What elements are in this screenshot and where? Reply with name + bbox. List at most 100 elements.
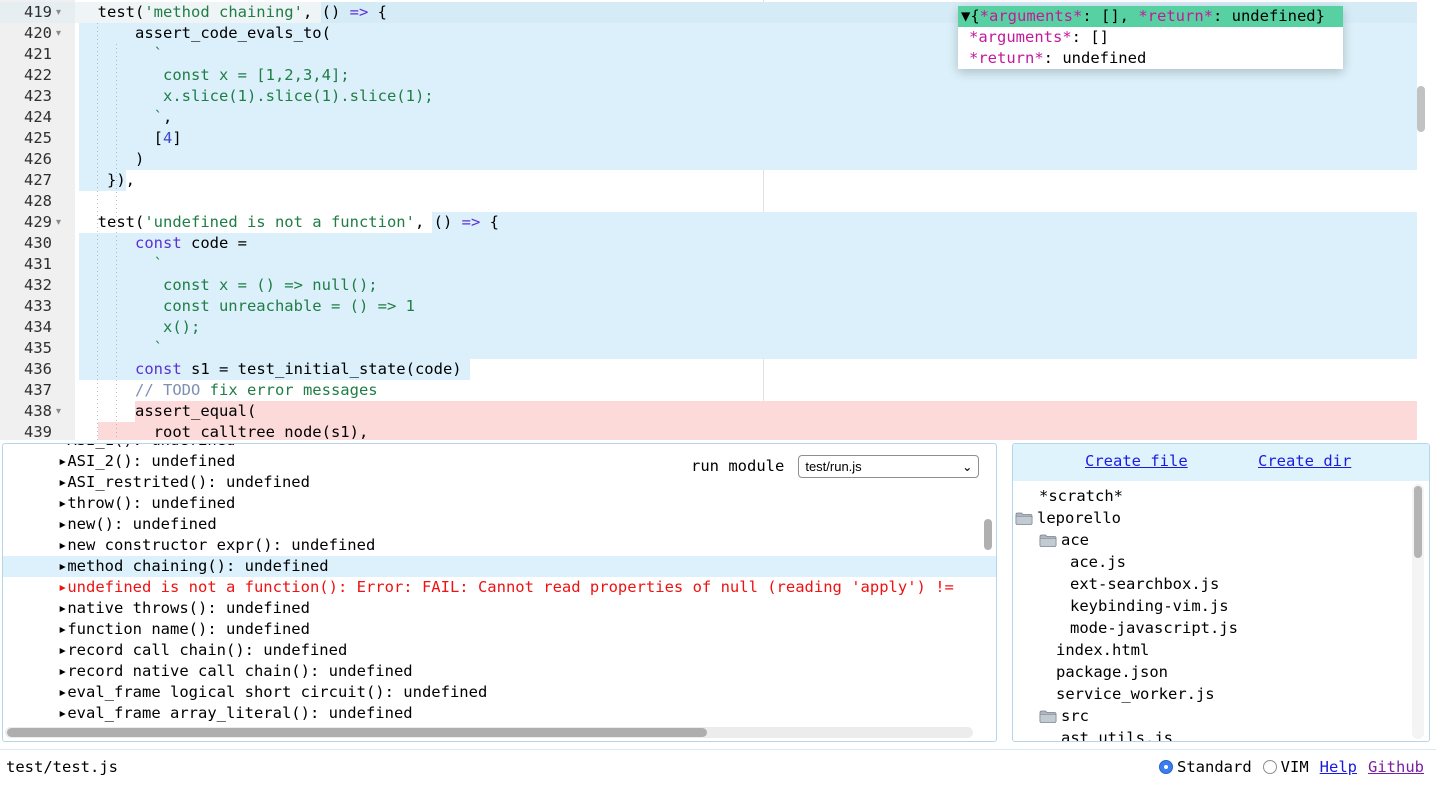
- code-line[interactable]: const unreachable = () => 1: [75, 296, 1436, 317]
- editor-vertical-scrollbar[interactable]: [1417, 86, 1425, 132]
- calltree-item[interactable]: ▸throw(): undefined: [3, 493, 996, 514]
- github-link[interactable]: Github: [1368, 750, 1424, 784]
- code-token: ▼{: [961, 7, 980, 25]
- code-line-text: const x = () => null();: [79, 275, 378, 296]
- expand-arrow-icon[interactable]: ▸: [58, 577, 67, 598]
- run-module-select[interactable]: test/run.js: [798, 455, 979, 478]
- file-tree-label: ace.js: [1070, 551, 1126, 573]
- executed-region-highlight: [79, 107, 1417, 128]
- calltree-item[interactable]: ▸new(): undefined: [3, 514, 996, 535]
- help-link[interactable]: Help: [1320, 750, 1357, 784]
- expand-arrow-icon[interactable]: ▸: [58, 556, 67, 577]
- keybinding-vim-group: VIM: [1263, 750, 1309, 784]
- expand-arrow-icon[interactable]: ▸: [58, 535, 67, 556]
- file-tree-item[interactable]: mode-javascript.js: [1013, 617, 1429, 639]
- calltree-hscroll-thumb[interactable]: [7, 728, 707, 737]
- code-token: ,: [163, 108, 172, 126]
- expand-arrow-icon[interactable]: ▸: [58, 514, 67, 535]
- gutter-row: 433: [0, 296, 75, 317]
- code-line[interactable]: test('undefined is not a function', () =…: [75, 212, 1436, 233]
- calltree-item[interactable]: ▸undefined is not a function(): Error: F…: [3, 577, 996, 598]
- calltree-vscroll-thumb[interactable]: [984, 519, 992, 550]
- line-number: 420: [0, 23, 52, 44]
- calltree-item[interactable]: ▸ASI_1(): undefined: [3, 443, 996, 451]
- keybinding-standard-radio[interactable]: [1159, 760, 1173, 774]
- file-tree-dir[interactable]: src: [1013, 705, 1429, 727]
- expand-arrow-icon[interactable]: ▸: [58, 493, 67, 514]
- keybinding-standard-label: Standard: [1177, 750, 1252, 784]
- fold-arrow-icon[interactable]: ▾: [56, 23, 70, 44]
- file-tree-item[interactable]: index.html: [1013, 639, 1429, 661]
- code-token: [79, 234, 135, 252]
- gutter-row: 431: [0, 254, 75, 275]
- file-tree-dir[interactable]: leporello: [1013, 507, 1429, 529]
- code-line[interactable]: root_calltree_node(s1),: [75, 422, 1436, 440]
- file-tree-item[interactable]: *scratch*: [1013, 485, 1429, 507]
- object-key: *arguments*: [980, 7, 1083, 25]
- gutter-row: 422: [0, 65, 75, 86]
- code-line[interactable]: }),: [75, 170, 1436, 191]
- code-token: , (): [303, 3, 350, 21]
- expand-arrow-icon[interactable]: ▸: [58, 598, 67, 619]
- file-tree-dir[interactable]: ace: [1013, 529, 1429, 551]
- code-line[interactable]: x.slice(1).slice(1).slice(1);: [75, 86, 1436, 107]
- code-line[interactable]: `,: [75, 107, 1436, 128]
- file-tree-item[interactable]: service_worker.js: [1013, 683, 1429, 705]
- expand-arrow-icon[interactable]: ▸: [58, 682, 67, 703]
- code-line[interactable]: x();: [75, 317, 1436, 338]
- calltree-item[interactable]: ▸native throws(): undefined: [3, 598, 996, 619]
- keybinding-vim-radio[interactable]: [1263, 760, 1277, 774]
- expand-arrow-icon[interactable]: ▸: [58, 640, 67, 661]
- gutter-row: 420▾: [0, 23, 75, 44]
- code-line-text: const code =: [79, 233, 247, 254]
- file-tree-item[interactable]: ast_utils.js: [1013, 727, 1429, 742]
- gutter-row: 429▾: [0, 212, 75, 233]
- calltree-item[interactable]: ▸method chaining(): undefined: [3, 556, 996, 577]
- filetree-vscroll-thumb[interactable]: [1414, 486, 1422, 558]
- files-header: Create file Create dir: [1013, 444, 1429, 481]
- expand-arrow-icon[interactable]: ▸: [58, 703, 67, 724]
- code-line[interactable]: assert_equal(: [75, 401, 1436, 422]
- create-file-link[interactable]: Create file: [1085, 444, 1188, 479]
- fold-arrow-icon[interactable]: ▾: [56, 2, 70, 23]
- expand-arrow-icon[interactable]: ▸: [58, 619, 67, 640]
- code-line-text: x();: [79, 317, 200, 338]
- expand-arrow-icon[interactable]: ▸: [58, 472, 67, 493]
- code-line[interactable]: [75, 191, 1436, 212]
- calltree-item[interactable]: ▸record call chain(): undefined: [3, 640, 996, 661]
- line-number: 437: [0, 380, 52, 401]
- calltree-item[interactable]: ▸eval_frame array_literal(): undefined: [3, 703, 996, 724]
- code-editor[interactable]: test('method chaining', () => { assert_c…: [0, 0, 1436, 440]
- file-tree-item[interactable]: package.json: [1013, 661, 1429, 683]
- files-panel: Create file Create dir *scratch*leporell…: [1012, 443, 1430, 742]
- code-line[interactable]: ): [75, 149, 1436, 170]
- expand-arrow-icon[interactable]: ▸: [58, 451, 67, 472]
- calltree-item[interactable]: ▸function name(): undefined: [3, 619, 996, 640]
- gutter-row: 437: [0, 380, 75, 401]
- file-tree-item[interactable]: ext-searchbox.js: [1013, 573, 1429, 595]
- file-tree-item[interactable]: ace.js: [1013, 551, 1429, 573]
- code-line[interactable]: const s1 = test_initial_state(code): [75, 359, 1436, 380]
- expand-arrow-icon[interactable]: ▸: [58, 443, 67, 451]
- object-key: *return*: [1138, 7, 1213, 25]
- calltree-item[interactable]: ▸eval_frame logical short circuit(): und…: [3, 682, 996, 703]
- calltree-item[interactable]: ▸record native call chain(): undefined: [3, 661, 996, 682]
- fold-arrow-icon[interactable]: ▾: [56, 401, 70, 422]
- file-tree-item[interactable]: keybinding-vim.js: [1013, 595, 1429, 617]
- expand-arrow-icon[interactable]: ▸: [58, 661, 67, 682]
- code-line[interactable]: `: [75, 338, 1436, 359]
- inspector-entry[interactable]: *return*: undefined: [958, 48, 1343, 69]
- code-line[interactable]: const code =: [75, 233, 1436, 254]
- code-line[interactable]: [4]: [75, 128, 1436, 149]
- code-line[interactable]: const x = () => null();: [75, 275, 1436, 296]
- inspector-entry[interactable]: *arguments*: []: [958, 27, 1343, 48]
- fold-arrow-icon[interactable]: ▾: [56, 212, 70, 233]
- inspector-header[interactable]: ▼{*arguments*: [], *return*: undefined}: [958, 6, 1343, 27]
- keybinding-standard-group: Standard: [1159, 750, 1252, 784]
- code-line[interactable]: `: [75, 254, 1436, 275]
- code-line[interactable]: // TODO fix error messages: [75, 380, 1436, 401]
- create-dir-link[interactable]: Create dir: [1258, 444, 1351, 479]
- code-token: root_calltree_node(s1),: [79, 423, 368, 440]
- code-token: `: [79, 108, 163, 126]
- calltree-item[interactable]: ▸new constructor expr(): undefined: [3, 535, 996, 556]
